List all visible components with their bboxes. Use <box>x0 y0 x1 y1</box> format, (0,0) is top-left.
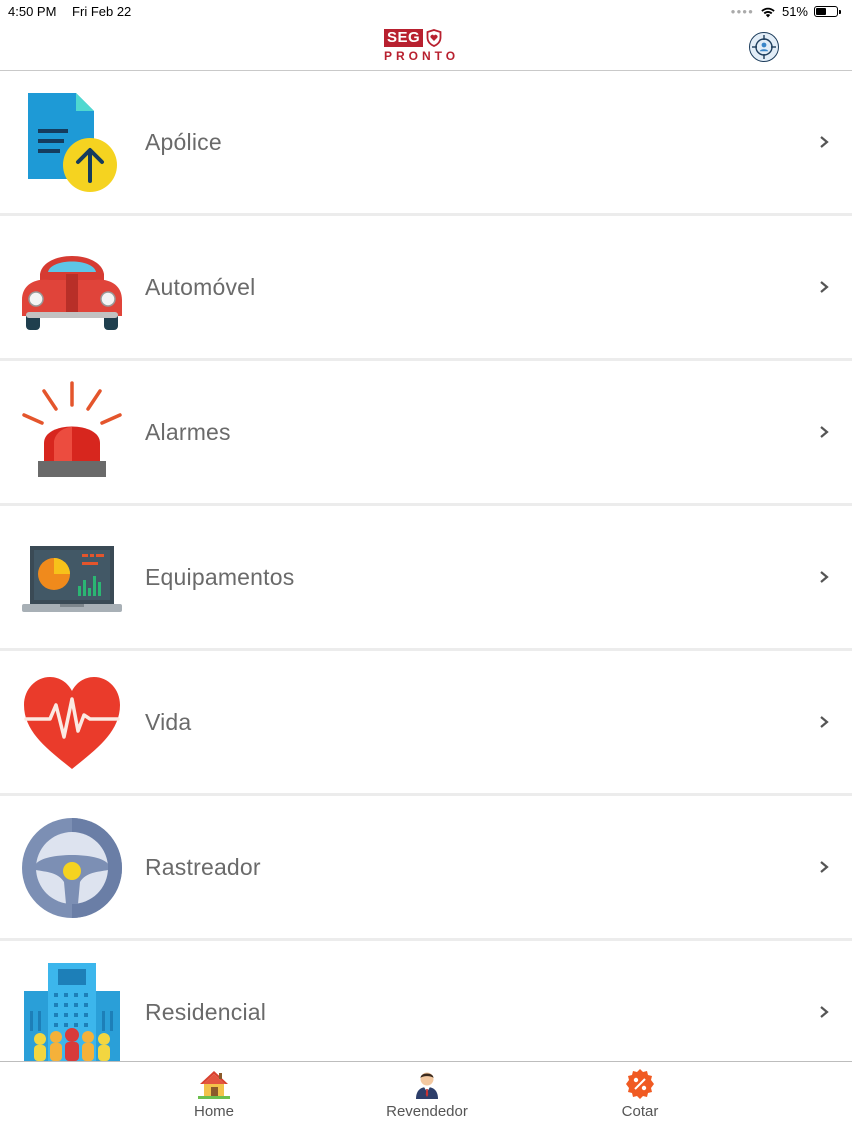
siren-icon <box>22 381 122 477</box>
businessman-icon <box>416 1072 438 1099</box>
app-header: SEG PRONTO <box>0 22 852 71</box>
profile-button[interactable] <box>749 32 779 62</box>
building-icon <box>24 963 120 1061</box>
menu-list: Apólice Automóvel Alarmes Equipamentos V… <box>0 71 852 1061</box>
app-logo: SEG PRONTO <box>384 29 470 65</box>
percent-badge-icon <box>626 1069 654 1099</box>
tab-bar: Home Revendedor Cotar <box>0 1061 852 1137</box>
status-left: 4:50 PM Fri Feb 22 <box>8 4 143 19</box>
user-target-icon <box>752 35 776 59</box>
menu-item-label: Apólice <box>145 129 222 155</box>
menu-item-rastreador[interactable]: Rastreador <box>0 796 852 941</box>
wifi-icon <box>761 7 775 17</box>
menu-item-alarmes[interactable]: Alarmes <box>0 361 852 506</box>
menu-item-label: Alarmes <box>145 419 231 445</box>
logo-seg-text: SEG <box>384 29 424 47</box>
status-bar: 4:50 PM Fri Feb 22 ●●●● 51% <box>0 0 852 22</box>
tab-revendedor-label: Revendedor <box>386 1103 468 1120</box>
menu-item-residencial[interactable]: Residencial <box>0 941 852 1061</box>
menu-item-apolice[interactable]: Apólice <box>0 71 852 216</box>
status-right: ●●●● 51% <box>730 4 841 19</box>
tab-cotar-label: Cotar <box>621 1103 659 1120</box>
menu-item-vida[interactable]: Vida <box>0 651 852 796</box>
chevron-right-icon <box>820 426 829 438</box>
menu-item-label: Rastreador <box>145 854 261 880</box>
tab-home-label: Home <box>193 1103 234 1120</box>
battery-fill <box>816 8 826 15</box>
laptop-icon <box>22 546 122 612</box>
shield-heart-icon <box>426 29 442 47</box>
car-icon <box>22 256 122 330</box>
chevron-right-icon <box>820 861 829 873</box>
status-date: Fri Feb 22 <box>72 4 132 19</box>
house-icon <box>198 1071 230 1099</box>
chevron-right-icon <box>820 571 829 583</box>
tab-revendedor[interactable]: Revendedor <box>367 1062 487 1137</box>
menu-item-label: Equipamentos <box>145 564 295 590</box>
document-upload-icon <box>28 93 117 192</box>
heart-pulse-icon <box>24 677 120 769</box>
menu-item-automovel[interactable]: Automóvel <box>0 216 852 361</box>
chevron-right-icon <box>820 281 829 293</box>
menu-item-label: Automóvel <box>145 274 256 300</box>
chevron-right-icon <box>820 1006 829 1018</box>
menu-item-label: Residencial <box>145 999 267 1025</box>
logo-pronto-text: PRONTO <box>384 49 460 63</box>
steering-wheel-icon <box>22 818 122 918</box>
battery-percent: 51% <box>781 4 808 19</box>
menu-item-label: Vida <box>145 709 192 735</box>
chevron-right-icon <box>820 716 829 728</box>
battery-icon <box>814 6 841 17</box>
menu-item-equipamentos[interactable]: Equipamentos <box>0 506 852 651</box>
status-time: 4:50 PM <box>8 4 57 19</box>
cellular-signal-icon: ●●●● <box>730 7 754 16</box>
chevron-right-icon <box>820 136 829 148</box>
tab-home[interactable]: Home <box>154 1062 274 1137</box>
tab-cotar[interactable]: Cotar <box>580 1062 700 1137</box>
